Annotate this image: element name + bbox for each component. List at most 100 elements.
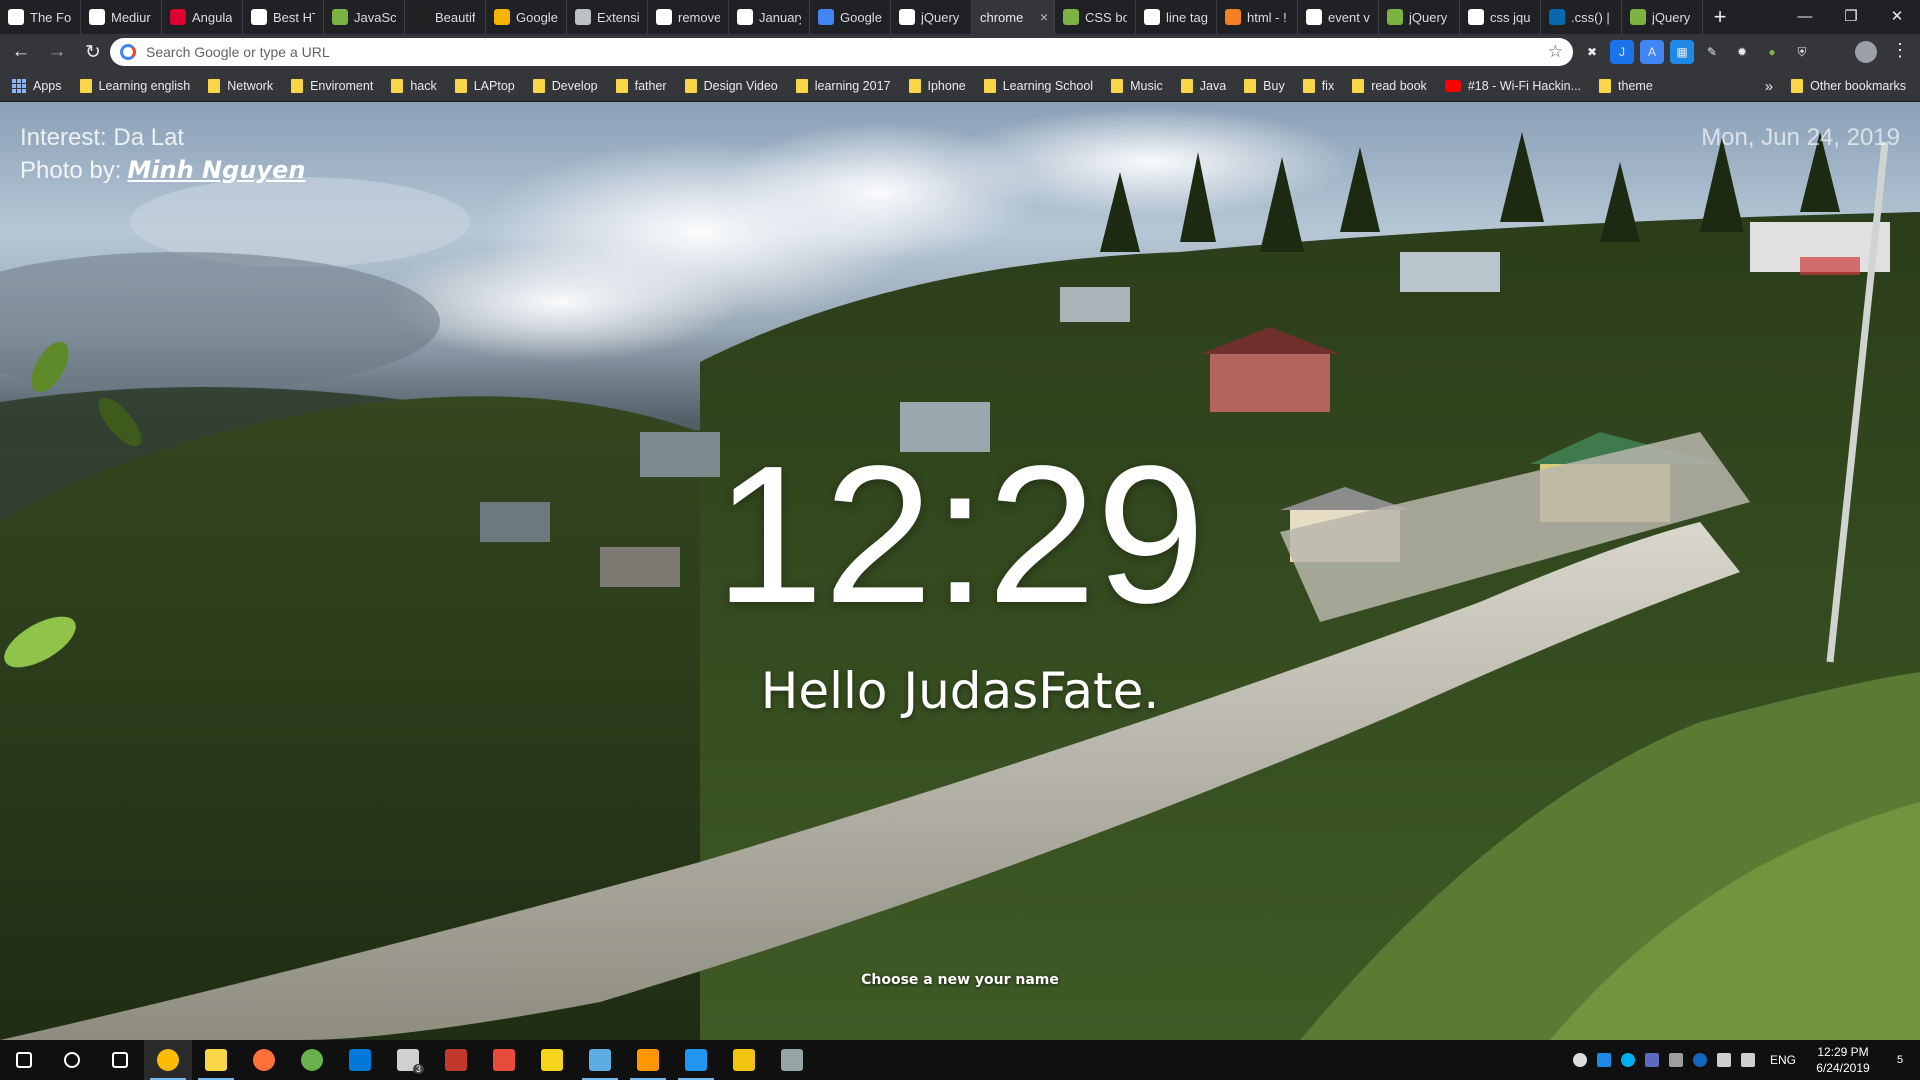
taskbar-button[interactable]	[288, 1040, 336, 1080]
browser-tab[interactable]: .css() | j	[1541, 0, 1622, 34]
browser-tab[interactable]: line tag	[1136, 0, 1217, 34]
wifi-icon[interactable]	[1716, 1053, 1731, 1067]
taskbar-button[interactable]	[0, 1040, 48, 1080]
translate-extension-icon[interactable]: A	[1640, 40, 1664, 64]
bookmark-item[interactable]: hack	[391, 78, 437, 93]
close-window-button[interactable]: ✕	[1874, 0, 1920, 32]
browser-tab[interactable]: JavaScri	[324, 0, 405, 34]
apps-shortcut[interactable]: Apps	[12, 78, 62, 93]
bookmark-item[interactable]: Buy	[1244, 78, 1285, 93]
browser-tab[interactable]: Mediur	[81, 0, 162, 34]
folder-icon	[1599, 78, 1612, 93]
bookmark-item[interactable]: LAPtop	[454, 78, 515, 93]
browser-tab[interactable]: css jqu	[1460, 0, 1541, 34]
browser-tab[interactable]: Angula	[162, 0, 243, 34]
tab-title: html - !	[1247, 9, 1287, 25]
bookmark-star-icon[interactable]: ☆	[1548, 42, 1563, 62]
reload-button[interactable]: ↻	[78, 37, 108, 67]
bookmark-item[interactable]: #18 - Wi-Fi Hackin...	[1444, 79, 1581, 93]
tray-app-icon-1[interactable]	[1596, 1053, 1611, 1067]
bug-extension-icon[interactable]: ✹	[1730, 40, 1754, 64]
browser-tab[interactable]: jQuery	[1622, 0, 1703, 34]
bluetooth-icon[interactable]	[1692, 1053, 1707, 1067]
browser-tab[interactable]: Google	[810, 0, 891, 34]
taskbar-button[interactable]	[144, 1040, 192, 1080]
browser-tab[interactable]: event v	[1298, 0, 1379, 34]
bookmark-item[interactable]: fix	[1302, 78, 1334, 93]
taskbar-button[interactable]	[672, 1040, 720, 1080]
date-display: Mon, Jun 24, 2019	[1701, 124, 1900, 151]
browser-tab[interactable]: remove	[648, 0, 729, 34]
url-input[interactable]	[146, 44, 1548, 60]
back-button[interactable]: ←	[6, 37, 36, 67]
browser-tab[interactable]: Beautif	[405, 0, 486, 34]
taskbar-button[interactable]	[720, 1040, 768, 1080]
bookmark-item[interactable]: Learning School	[983, 78, 1093, 93]
bookmarks-overflow-button[interactable]: »	[1765, 78, 1773, 95]
browser-tab[interactable]: jQuery	[891, 0, 972, 34]
taskbar-button[interactable]	[240, 1040, 288, 1080]
j-extension-icon[interactable]: J	[1610, 40, 1634, 64]
browser-tab[interactable]: html - !	[1217, 0, 1298, 34]
bookmark-item[interactable]: Iphone	[908, 78, 966, 93]
taskbar-button[interactable]	[624, 1040, 672, 1080]
calendar-extension-icon[interactable]: ▦	[1670, 40, 1694, 64]
new-tab-button[interactable]: +	[1703, 0, 1737, 34]
browser-tab[interactable]: jQuery	[1379, 0, 1460, 34]
browser-tab[interactable]: Google	[486, 0, 567, 34]
minimize-button[interactable]: —	[1782, 0, 1828, 32]
firefox-icon	[253, 1049, 275, 1071]
bookmark-item[interactable]: learning 2017	[795, 78, 891, 93]
other-bookmarks-folder[interactable]: Other bookmarks	[1791, 79, 1906, 93]
taskbar-button[interactable]	[432, 1040, 480, 1080]
browser-tab[interactable]: January	[729, 0, 810, 34]
bookmark-item[interactable]: theme	[1599, 78, 1653, 93]
system-clock[interactable]: 12:29 PM 6/24/2019	[1806, 1044, 1880, 1076]
taskbar-button[interactable]	[48, 1040, 96, 1080]
forward-button[interactable]: →	[42, 37, 72, 67]
people-icon[interactable]	[1572, 1053, 1587, 1067]
shield-extension-icon[interactable]: ⛨	[1790, 40, 1814, 64]
bookmark-item[interactable]: Develop	[532, 78, 598, 93]
browser-tab[interactable]: chrome ×	[972, 0, 1055, 34]
taskbar-button[interactable]	[528, 1040, 576, 1080]
green-extension-icon[interactable]: ●	[1760, 40, 1784, 64]
bookmark-item[interactable]: Music	[1111, 78, 1163, 93]
bookmark-item[interactable]: Java	[1180, 78, 1227, 93]
bookmark-item[interactable]: Design Video	[684, 78, 778, 93]
unread-badge: 3	[412, 1064, 424, 1074]
notification-center-icon[interactable]: 5	[1880, 1040, 1920, 1080]
chrome-menu-icon[interactable]: ⋮	[1890, 40, 1910, 64]
bookmark-label: Java	[1199, 78, 1227, 93]
restore-button[interactable]: ❐	[1828, 0, 1874, 32]
taskbar-button[interactable]	[480, 1040, 528, 1080]
pen-extension-icon[interactable]: ✎	[1700, 40, 1724, 64]
change-name-link[interactable]: Choose a new your name	[0, 972, 1920, 988]
volume-icon[interactable]	[1740, 1053, 1755, 1067]
skype-icon[interactable]	[1620, 1053, 1635, 1067]
browser-tab[interactable]: CSS bo	[1055, 0, 1136, 34]
bookmark-item[interactable]: Learning english	[79, 78, 190, 93]
browser-tab[interactable]: The Fo	[0, 0, 81, 34]
browser-tab[interactable]: Best HT	[243, 0, 324, 34]
omnibox[interactable]: ☆	[110, 38, 1573, 66]
language-indicator[interactable]: ENG	[1770, 1053, 1796, 1067]
bookmark-item[interactable]: father	[615, 78, 667, 93]
tools-extension-icon[interactable]: ✖	[1580, 40, 1604, 64]
tray-app-icon-2[interactable]	[1644, 1053, 1659, 1067]
taskbar-button[interactable]	[768, 1040, 816, 1080]
profile-avatar-icon[interactable]	[1855, 41, 1877, 63]
tray-app-icon-3[interactable]	[1668, 1053, 1683, 1067]
bookmark-item[interactable]: Network	[208, 78, 273, 93]
bookmark-item[interactable]: read book	[1352, 78, 1427, 93]
taskbar-button[interactable]	[336, 1040, 384, 1080]
close-tab-icon[interactable]: ×	[1040, 9, 1048, 25]
browser-tab[interactable]: Extensi	[567, 0, 648, 34]
photo-author-link[interactable]: Minh Nguyen	[127, 156, 305, 184]
taskbar-button[interactable]	[576, 1040, 624, 1080]
bookmark-item[interactable]: Enviroment	[291, 78, 373, 93]
taskbar-button[interactable]: 3	[384, 1040, 432, 1080]
taskbar-button[interactable]	[192, 1040, 240, 1080]
bookmarks-right: » Other bookmarks	[1765, 70, 1906, 102]
taskbar-button[interactable]	[96, 1040, 144, 1080]
